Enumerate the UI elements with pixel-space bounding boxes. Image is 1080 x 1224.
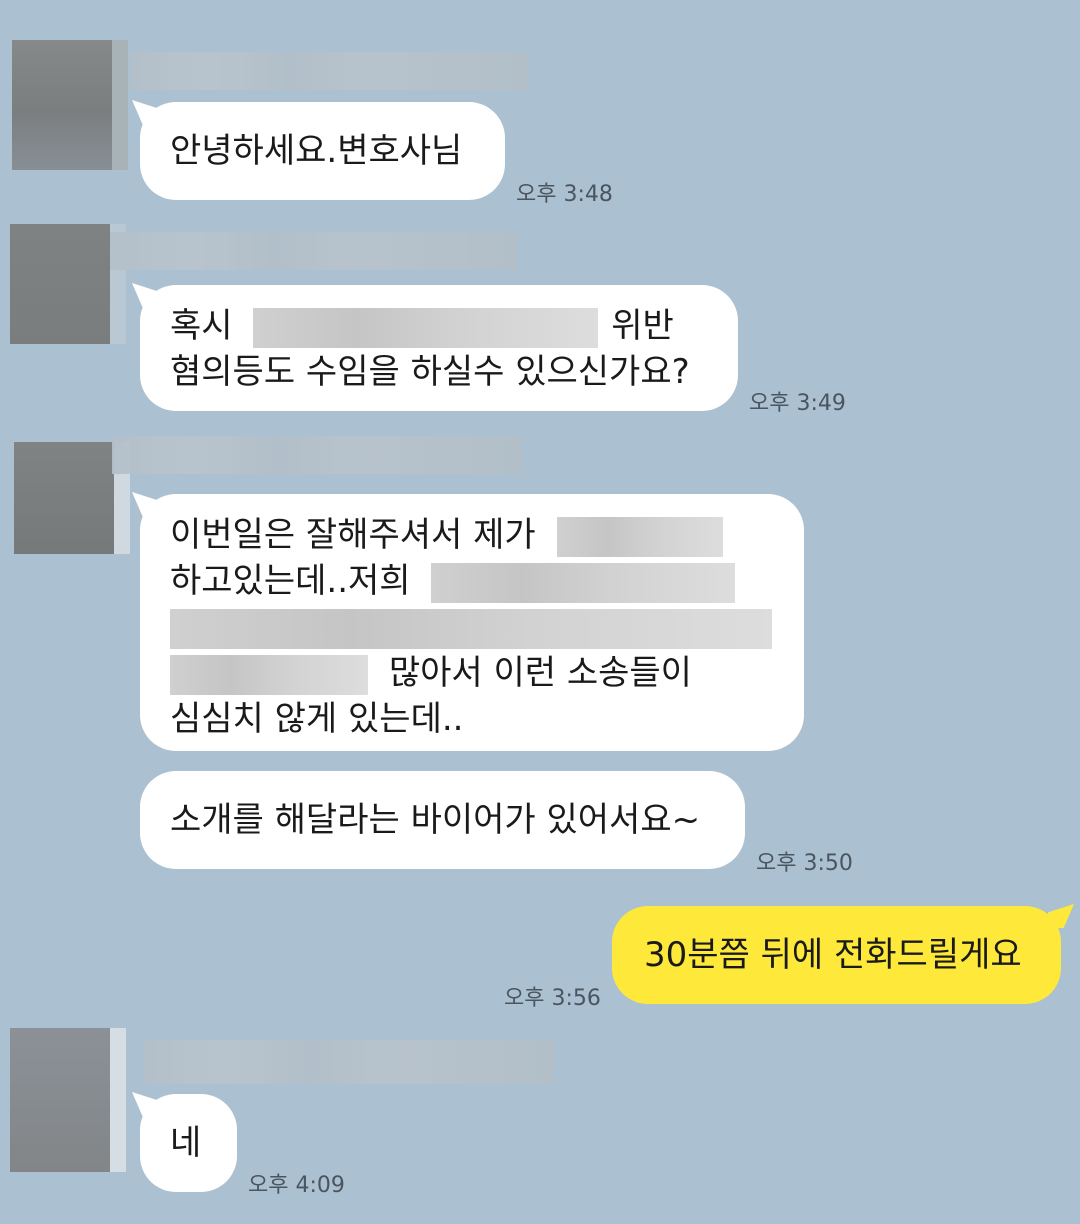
sender-avatar[interactable] [10, 1028, 126, 1172]
message-text: 네 [170, 1123, 202, 1163]
redacted-text [556, 516, 723, 557]
message-text: 위반 [611, 306, 674, 346]
message-bubble[interactable]: 안녕하세요.변호사님 [140, 102, 505, 200]
redacted-sender-name [112, 436, 522, 474]
message-line: 많아서 이런 소송들이 [170, 650, 774, 696]
message-line [170, 604, 774, 650]
redacted-text [253, 307, 599, 348]
message-text: 이번일은 잘해주셔서 제가 [170, 515, 536, 555]
chat-room[interactable]: 안녕하세요.변호사님 오후 3:48 혹시 위반 혐의등도 수임을 하실수 있으… [0, 0, 1080, 1224]
redacted-text [170, 608, 772, 649]
message-text: 30분쯤 뒤에 전화드릴게요 [644, 935, 1022, 975]
sender-avatar[interactable] [10, 224, 126, 344]
message-time: 오후 3:56 [504, 986, 601, 1011]
message-text: 하고있는데..저희 [170, 561, 411, 601]
message-time: 오후 3:50 [756, 851, 853, 876]
redacted-text [431, 562, 736, 603]
redacted-sender-name [130, 52, 528, 90]
message-line: 이번일은 잘해주셔서 제가 [170, 512, 774, 558]
redacted-sender-name [110, 232, 518, 270]
message-bubble[interactable]: 소개를 해달라는 바이어가 있어서요~ [140, 771, 745, 869]
message-text: 안녕하세요.변호사님 [170, 131, 463, 171]
my-message-bubble[interactable]: 30분쯤 뒤에 전화드릴게요 [612, 906, 1061, 1004]
message-text: 혐의등도 수임을 하실수 있으신가요? [170, 352, 690, 392]
message-line: 혹시 위반 [170, 303, 708, 349]
message-text: 소개를 해달라는 바이어가 있어서요~ [170, 800, 701, 840]
message-text: 혹시 [170, 306, 233, 346]
message-time: 오후 3:49 [749, 391, 846, 416]
message-bubble[interactable]: 혹시 위반 혐의등도 수임을 하실수 있으신가요? [140, 285, 738, 411]
message-line: 하고있는데..저희 [170, 558, 774, 604]
redacted-text [170, 654, 368, 695]
redacted-sender-name [144, 1040, 554, 1084]
message-bubble[interactable]: 이번일은 잘해주셔서 제가 하고있는데..저희 많아서 이런 소송들이 심심치 … [140, 494, 804, 751]
message-bubble[interactable]: 네 [140, 1094, 237, 1192]
message-time: 오후 4:09 [248, 1173, 345, 1198]
message-time: 오후 3:48 [516, 182, 613, 207]
sender-avatar[interactable] [12, 40, 128, 170]
message-text: 심심치 않게 있는데.. [170, 699, 464, 739]
bubble-tail [1048, 904, 1074, 928]
message-text: 많아서 이런 소송들이 [388, 653, 692, 693]
